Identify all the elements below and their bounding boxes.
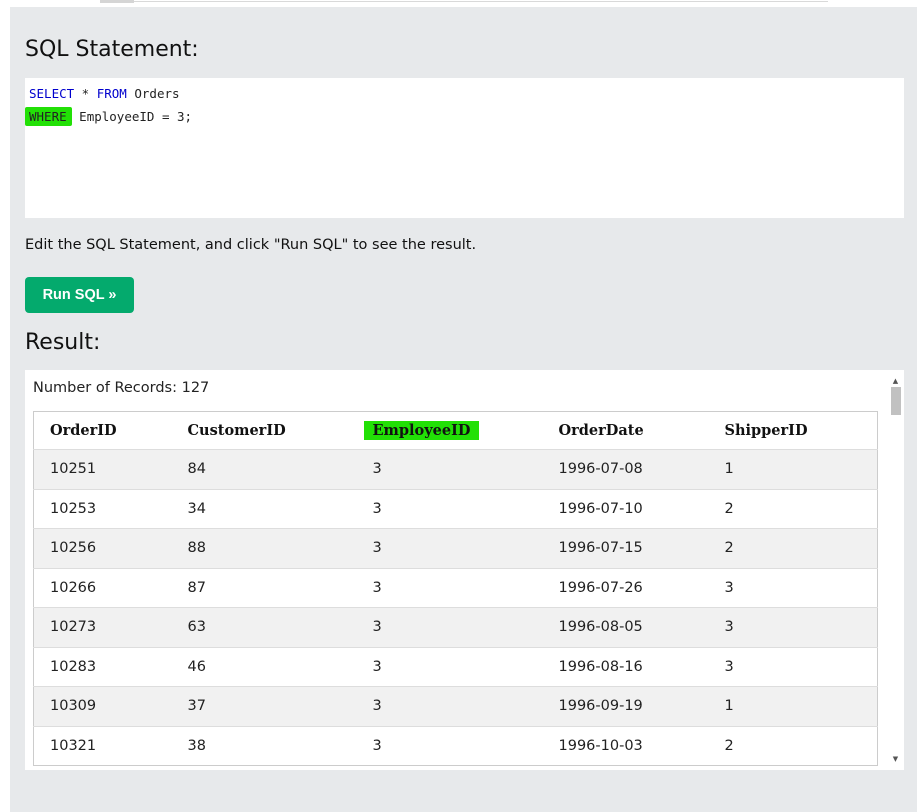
col-header-label: ShipperID (724, 422, 808, 439)
table-cell: 3 (708, 646, 878, 687)
select-keyword: SELECT (29, 86, 75, 101)
table-row: 10266 87 3 1996-07-26 3 (33, 567, 878, 608)
table-cell: 3 (356, 686, 543, 726)
table-cell: 3 (356, 567, 543, 608)
table-cell: 10266 (33, 567, 172, 608)
table-cell: 10273 (33, 607, 172, 647)
table-cell: 2 (708, 725, 878, 766)
table-cell: 3 (708, 567, 878, 608)
col-header-label: OrderID (50, 422, 117, 439)
table-row: 10309 37 3 1996-09-19 1 (33, 686, 878, 726)
table-cell: 1996-07-10 (542, 488, 709, 529)
scroll-down-arrow-icon[interactable]: ▼ (887, 750, 904, 767)
results-table: OrderID CustomerID EmployeeID OrderDate … (33, 411, 878, 766)
table-cell: 10309 (33, 686, 172, 726)
table-cell: 10253 (33, 488, 172, 529)
sql-line-1-mid: * (74, 86, 97, 101)
col-header-orderdate: OrderDate (542, 411, 709, 450)
table-cell: 37 (171, 686, 357, 726)
table-row: 10253 34 3 1996-07-10 2 (33, 488, 878, 529)
result-heading: Result: (25, 330, 101, 355)
sql-line-2: WHERE EmployeeID = 3; (25, 107, 904, 131)
table-cell: 1996-09-19 (542, 686, 709, 726)
sql-statement-heading: SQL Statement: (25, 37, 199, 62)
table-cell: 1996-10-03 (542, 725, 709, 766)
scrollbar-thumb[interactable] (891, 387, 901, 415)
table-cell: 1996-07-08 (542, 449, 709, 489)
table-cell: 10251 (33, 449, 172, 489)
table-cell: 63 (171, 607, 357, 647)
col-header-label-highlighted: EmployeeID (363, 421, 480, 440)
sql-tryit-panel: SQL Statement: SELECT * FROM Orders WHER… (10, 7, 917, 812)
table-cell: 88 (171, 528, 357, 568)
table-row: 10321 38 3 1996-10-03 2 (33, 725, 878, 766)
sql-line-1: SELECT * FROM Orders (25, 85, 904, 108)
table-cell: 87 (171, 567, 357, 608)
sql-line-2-rest: EmployeeID = 3; (71, 109, 193, 124)
table-cell: 2 (708, 528, 878, 568)
where-keyword-highlighted: WHERE (25, 107, 72, 126)
table-row: 10283 46 3 1996-08-16 3 (33, 646, 878, 687)
table-cell: 3 (708, 607, 878, 647)
table-cell: 3 (356, 725, 543, 766)
col-header-customerid: CustomerID (171, 411, 357, 450)
records-count: Number of Records: 127 (33, 380, 210, 396)
table-cell: 10321 (33, 725, 172, 766)
col-header-employeeid: EmployeeID (356, 411, 543, 450)
from-keyword: FROM (96, 86, 127, 101)
sql-editor[interactable]: SELECT * FROM Orders WHERE EmployeeID = … (25, 78, 904, 218)
table-cell: 1996-08-16 (542, 646, 709, 687)
table-cell: 1 (708, 449, 878, 489)
table-header-row: OrderID CustomerID EmployeeID OrderDate … (33, 411, 878, 450)
table-row: 10251 84 3 1996-07-08 1 (33, 449, 878, 489)
result-container[interactable]: Number of Records: 127 OrderID CustomerI… (25, 370, 904, 770)
top-bar-tab-stub (100, 0, 134, 3)
table-cell: 1996-08-05 (542, 607, 709, 647)
instructions-text: Edit the SQL Statement, and click "Run S… (25, 237, 477, 253)
table-cell: 1996-07-15 (542, 528, 709, 568)
col-header-shipperid: ShipperID (708, 411, 878, 450)
table-cell: 3 (356, 449, 543, 489)
table-cell: 46 (171, 646, 357, 687)
table-row: 10273 63 3 1996-08-05 3 (33, 607, 878, 647)
table-cell: 3 (356, 488, 543, 529)
run-sql-button[interactable]: Run SQL » (25, 277, 134, 313)
sql-line-1-rest: Orders (126, 86, 180, 101)
table-cell: 1 (708, 686, 878, 726)
top-bar-divider (134, 0, 828, 2)
col-header-label: CustomerID (187, 422, 286, 439)
result-scrollbar[interactable]: ▲ ▼ (887, 370, 904, 770)
table-cell: 2 (708, 488, 878, 529)
table-cell: 10256 (33, 528, 172, 568)
table-row: 10256 88 3 1996-07-15 2 (33, 528, 878, 568)
col-header-orderid: OrderID (33, 411, 172, 450)
top-url-bar (0, 0, 917, 6)
table-cell: 3 (356, 646, 543, 687)
table-cell: 84 (171, 449, 357, 489)
table-cell: 38 (171, 725, 357, 766)
table-cell: 3 (356, 607, 543, 647)
table-cell: 1996-07-26 (542, 567, 709, 608)
table-cell: 34 (171, 488, 357, 529)
table-cell: 10283 (33, 646, 172, 687)
col-header-label: OrderDate (558, 422, 644, 439)
table-cell: 3 (356, 528, 543, 568)
